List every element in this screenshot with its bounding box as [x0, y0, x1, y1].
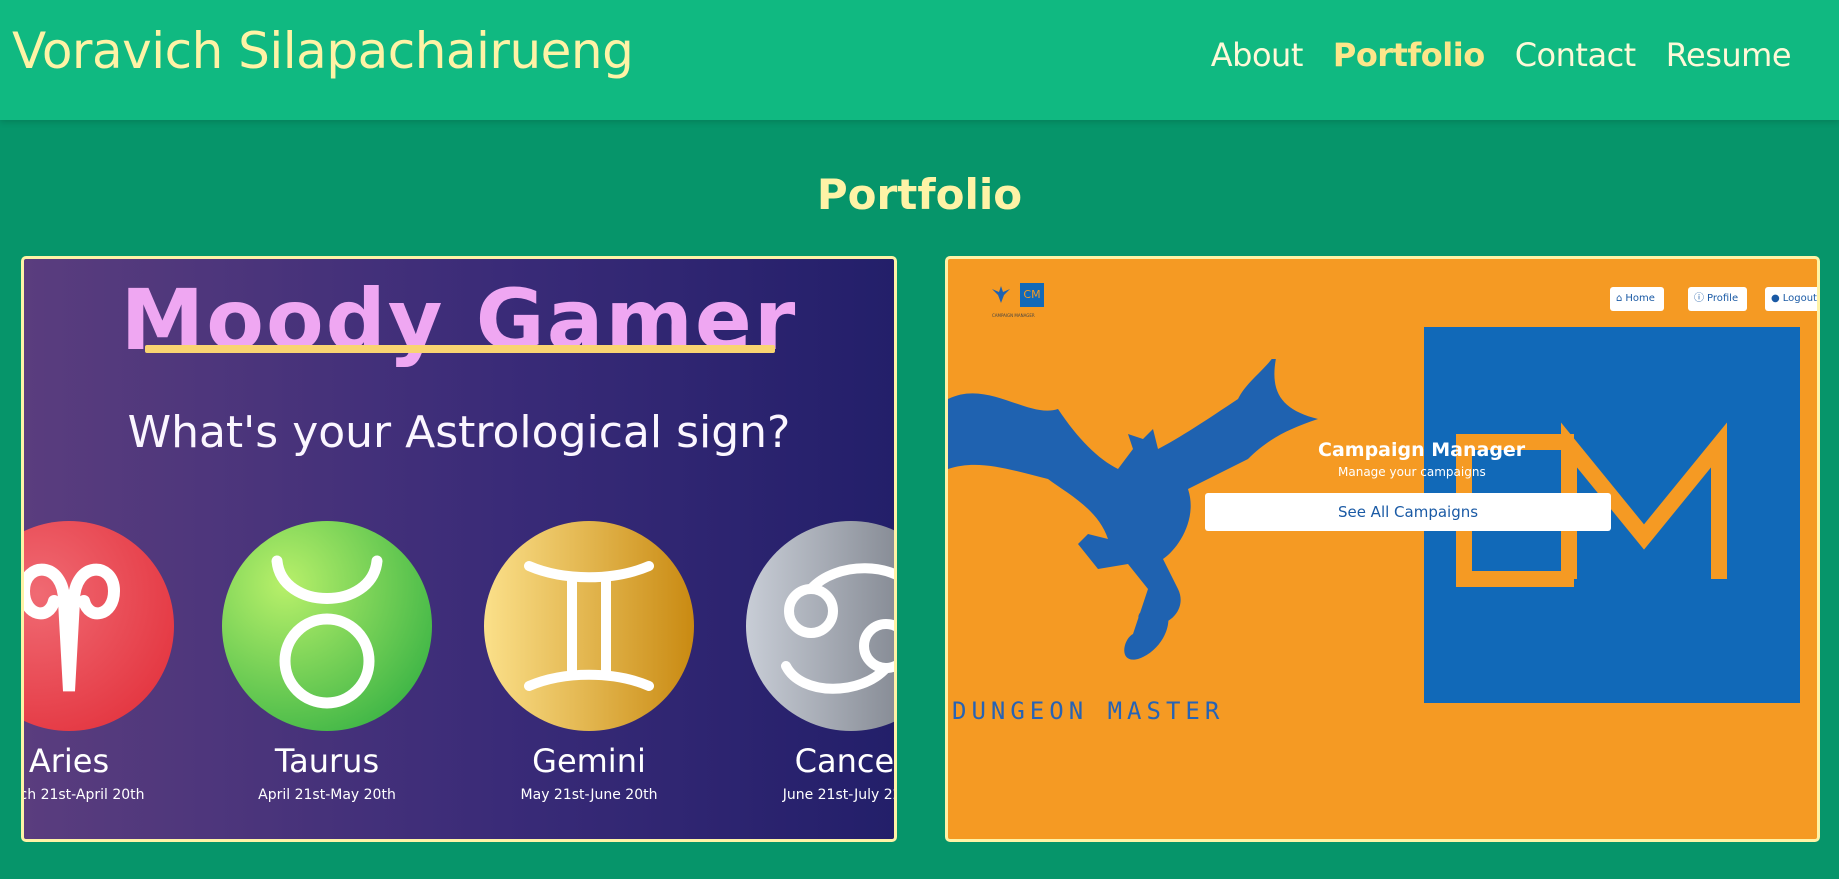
nav-link-resume[interactable]: Resume	[1666, 36, 1792, 74]
project-card-moody-gamer[interactable]: Moody Gamer What's your Astrological sig…	[21, 256, 897, 842]
profile-button-label: Profile	[1707, 293, 1739, 304]
project-title: Moody Gamer	[120, 271, 798, 369]
dragon-logo-icon	[992, 286, 1010, 303]
home-button[interactable]: ⌂ Home	[1610, 287, 1664, 311]
gemini-icon	[524, 561, 654, 691]
aries-sign-circle	[24, 521, 174, 731]
see-all-campaigns-button[interactable]: See All Campaigns	[1205, 493, 1611, 531]
home-icon: ⌂	[1616, 293, 1623, 304]
site-header: Voravich Silapachairueng About Portfolio…	[0, 0, 1839, 120]
home-button-label: Home	[1625, 293, 1655, 304]
title-underline	[145, 345, 775, 353]
taurus-icon	[271, 555, 383, 709]
site-brand[interactable]: Voravich Silapachairueng	[12, 22, 634, 80]
logout-button-label: Logout	[1782, 293, 1817, 304]
cm-logo: CM	[1020, 283, 1044, 307]
info-icon: ⓘ	[1694, 293, 1704, 304]
nav-link-about[interactable]: About	[1211, 36, 1304, 74]
logo-caption: CAMPAIGN MANAGER	[992, 313, 1035, 318]
aries-dates: March 21st-April 20th	[21, 787, 145, 803]
cancer-dates: June 21st-July 22nd	[782, 787, 894, 803]
gemini-label: Gemini	[532, 742, 646, 780]
taurus-label: Taurus	[274, 742, 380, 780]
aries-label: Aries	[28, 742, 110, 780]
logout-button[interactable]: ● Logout	[1765, 287, 1817, 311]
main-nav: About Portfolio Contact Resume	[1211, 36, 1792, 74]
user-icon: ●	[1771, 293, 1780, 304]
profile-button[interactable]: ⓘ Profile	[1688, 287, 1748, 311]
dungeon-master-wordmark: DUNGEON MASTER	[952, 697, 1225, 725]
gemini-dates: May 21st-June 20th	[520, 787, 658, 803]
cm-subheading: Manage your campaigns	[1338, 465, 1486, 479]
cm-heading: Campaign Manager	[1318, 439, 1526, 461]
nav-link-contact[interactable]: Contact	[1515, 36, 1637, 74]
taurus-dates: April 21st-May 20th	[258, 787, 396, 803]
gemini-sign-circle	[484, 521, 694, 731]
project-subtitle: What's your Astrological sign?	[127, 407, 791, 458]
aries-icon	[24, 563, 121, 692]
cancer-icon	[781, 563, 894, 694]
cancer-label: Cancer	[794, 742, 897, 780]
cancer-sign-circle	[746, 521, 894, 731]
project-card-campaign-manager[interactable]: CM CAMPAIGN MANAGER ⌂ Home ⓘ Profile ● Logo…	[945, 256, 1820, 842]
nav-link-portfolio[interactable]: Portfolio	[1333, 36, 1485, 74]
taurus-sign-circle	[222, 521, 432, 731]
page-title: Portfolio	[816, 170, 1023, 219]
